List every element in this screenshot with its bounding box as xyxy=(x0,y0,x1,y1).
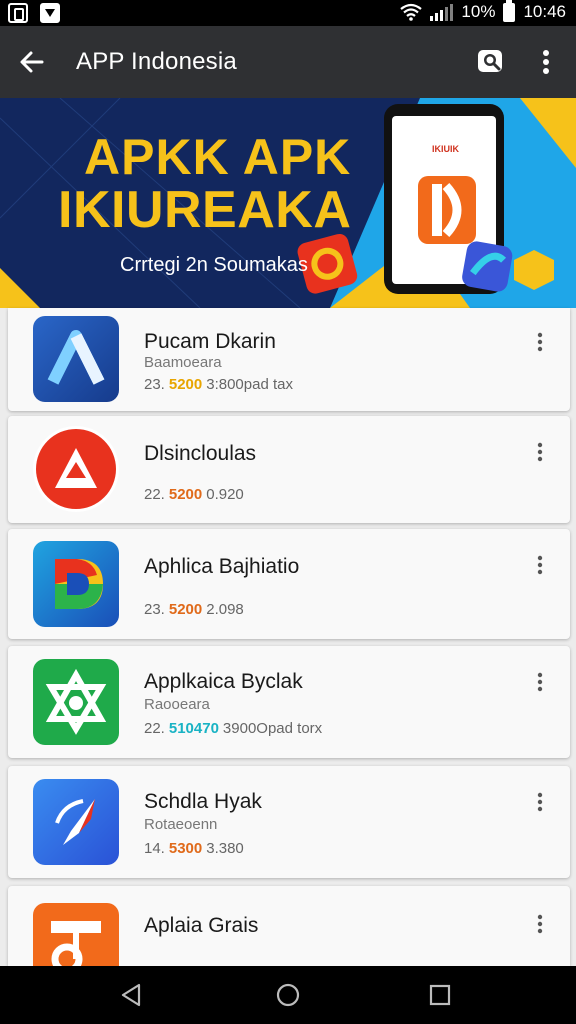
app-list-item[interactable]: Dlsincloulas 22. 5200 0.920 xyxy=(8,416,570,523)
meta-accent: 5300 xyxy=(168,840,203,857)
app-meta: 22. 510470 3900Opad torx xyxy=(144,720,322,737)
more-vert-icon[interactable] xyxy=(528,912,552,936)
blue-compass-logo-icon xyxy=(33,779,119,865)
app-list-item[interactable]: Pucam Dkarin Baamoeara 23. 5200 3:800pad t… xyxy=(8,308,570,411)
battery-percent: 10% xyxy=(461,2,496,21)
banner-headline-2: IKIUREAKA xyxy=(58,181,352,239)
search-icon[interactable] xyxy=(474,46,506,78)
download-icon xyxy=(40,3,60,23)
k-app-icon xyxy=(8,3,28,23)
app-list-item[interactable]: Applkaica Byclak Raooeara 22. 510470 3900O… xyxy=(8,646,570,758)
meta-rest: 3.380 xyxy=(206,840,244,857)
more-vert-icon[interactable] xyxy=(528,670,552,694)
green-star-logo-icon xyxy=(33,659,119,745)
more-vert-icon[interactable] xyxy=(530,46,562,78)
wifi-icon xyxy=(400,3,423,21)
app-name: Aphlica Bajhiatio xyxy=(144,555,300,578)
meta-rest: 0.920 xyxy=(206,486,244,503)
app-name: Schdla Hyak xyxy=(144,790,262,813)
battery-icon xyxy=(503,0,516,22)
status-bar: 10% 10:46 xyxy=(0,0,576,26)
app-meta: 23. 5200 2.098 xyxy=(144,601,244,618)
meta-prefix: 22. xyxy=(144,720,165,737)
more-vert-icon[interactable] xyxy=(528,790,552,814)
status-time: 10:46 xyxy=(523,2,566,21)
nav-home-icon[interactable] xyxy=(274,981,302,1009)
app-developer: Raooeara xyxy=(144,696,210,713)
meta-rest: 3:800pad tax xyxy=(206,376,293,393)
app-name: Applkaica Byclak xyxy=(144,670,303,693)
navigation-bar xyxy=(0,966,576,1024)
app-list-item[interactable]: Aplaia Grais xyxy=(8,886,570,966)
more-vert-icon[interactable] xyxy=(528,553,552,577)
meta-prefix: 23. xyxy=(144,376,165,393)
meta-prefix: 23. xyxy=(144,601,165,618)
phone-screen-label: IKIUIK xyxy=(432,144,459,154)
meta-accent: 5200 xyxy=(168,376,203,393)
app-name: Pucam Dkarin xyxy=(144,330,276,353)
app-list-item[interactable]: Schdla Hyak Rotaeoenn 14. 5300 3.380 xyxy=(8,766,570,878)
meta-accent: 510470 xyxy=(168,720,219,737)
more-vert-icon[interactable] xyxy=(528,330,552,354)
back-arrow-icon[interactable] xyxy=(16,46,48,78)
colorful-d-logo-icon xyxy=(33,541,119,627)
nav-back-icon[interactable] xyxy=(117,981,145,1009)
more-vert-icon[interactable] xyxy=(528,440,552,464)
meta-accent: 5200 xyxy=(168,486,203,503)
app-developer: Rotaeoenn xyxy=(144,816,218,833)
app-name: Aplaia Grais xyxy=(144,914,259,937)
meta-rest: 3900Opad torx xyxy=(222,720,323,737)
signal-icon xyxy=(430,3,454,21)
app-name: Dlsincloulas xyxy=(144,442,257,465)
meta-accent: 5200 xyxy=(168,601,203,618)
app-developer: Baamoeara xyxy=(144,354,222,371)
blue-a-logo-icon xyxy=(33,316,119,402)
nav-recents-icon[interactable] xyxy=(426,981,454,1009)
app-list-item[interactable]: Aphlica Bajhiatio 23. 5200 2.098 xyxy=(8,529,570,639)
app-bar: APP Indonesia xyxy=(0,26,576,98)
app-meta: 14. 5300 3.380 xyxy=(144,840,244,857)
meta-prefix: 22. xyxy=(144,486,165,503)
promo-banner[interactable]: APKK APK IKIUREAKA Crrtegi 2n Soumakas I… xyxy=(0,98,576,308)
banner-headline: APKK APK xyxy=(84,129,352,185)
meta-prefix: 14. xyxy=(144,840,165,857)
app-meta: 23. 5200 3:800pad tax xyxy=(144,376,293,393)
banner-subtitle: Crrtegi 2n Soumakas xyxy=(120,254,308,276)
red-a-logo-icon xyxy=(33,426,119,512)
app-meta: 22. 5200 0.920 xyxy=(144,486,244,503)
page-title: APP Indonesia xyxy=(76,48,237,75)
meta-rest: 2.098 xyxy=(206,601,244,618)
orange-music-logo-icon xyxy=(33,903,119,966)
